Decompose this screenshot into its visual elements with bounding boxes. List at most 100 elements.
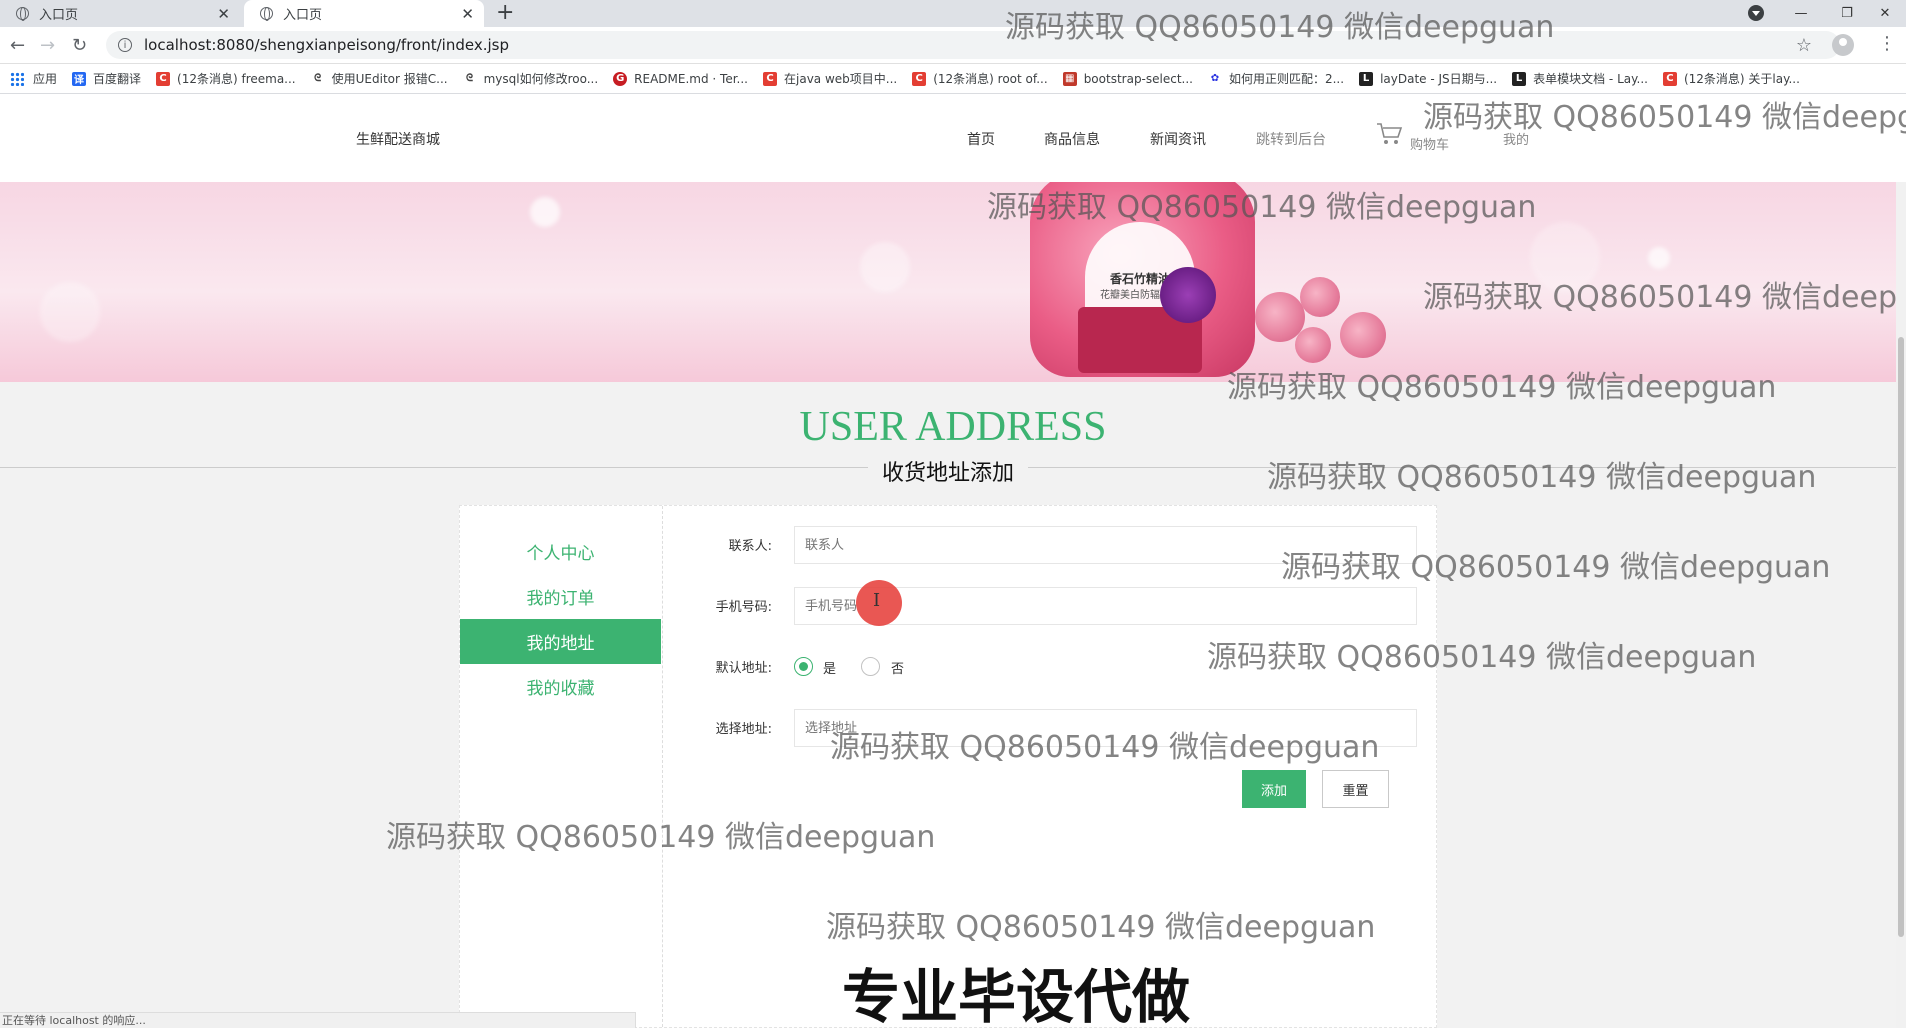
- csdn-icon: C: [912, 71, 927, 86]
- site-logo[interactable]: 生鲜配送商城: [356, 129, 440, 149]
- add-button[interactable]: 添加: [1242, 770, 1306, 808]
- url-text: localhost:8080/shengxianpeisong/front/in…: [144, 36, 509, 54]
- nav-admin[interactable]: 跳转到后台: [1256, 129, 1326, 149]
- bookmark-item[interactable]: ▦ bootstrap-select...: [1062, 71, 1193, 86]
- browser-tab[interactable]: 入口页 ✕: [0, 0, 240, 27]
- link-icon: ᘓ: [314, 73, 322, 84]
- browser-menu-icon[interactable]: ⋮: [1878, 33, 1896, 54]
- browser-tab-bar: 入口页 ✕ 入口页 ✕ + — ❐ ✕: [0, 0, 1906, 27]
- contact-label: 联系人:: [728, 539, 772, 554]
- mouse-cursor-indicator: [856, 580, 902, 626]
- default-no-label[interactable]: 否: [891, 658, 904, 677]
- window-close-icon[interactable]: ✕: [1864, 0, 1906, 27]
- bookmark-apps[interactable]: 应用: [10, 70, 57, 87]
- bookmark-item[interactable]: LlayDate - JS日期与...: [1359, 70, 1497, 87]
- cart-label[interactable]: 购物车: [1410, 134, 1449, 153]
- watermark: 源码获取 QQ86050149 微信deepguan: [386, 820, 936, 855]
- bookmark-item[interactable]: C 在java web项目中...: [763, 70, 897, 87]
- rose-image: [1300, 277, 1340, 317]
- bookmark-item[interactable]: ✿ 如何用正则匹配：2...: [1208, 70, 1344, 87]
- rose-image: [1340, 312, 1386, 358]
- close-tab-icon[interactable]: ✕: [217, 5, 230, 23]
- bookmark-label: 百度翻译: [93, 72, 142, 86]
- browser-status-bar: 正在等待 localhost 的响应...: [0, 1012, 636, 1028]
- carnation-flower-image: [1160, 267, 1216, 323]
- baidu-translate-icon: 译: [72, 71, 87, 86]
- link-icon: ᘓ: [466, 73, 474, 84]
- sidebar-item-profile[interactable]: 个人中心: [460, 529, 661, 574]
- bookmark-label: (12条消息) freema...: [177, 72, 296, 86]
- nav-products[interactable]: 商品信息: [1044, 129, 1100, 149]
- sidebar-item-orders[interactable]: 我的订单: [460, 574, 661, 619]
- bookmark-item[interactable]: C (12条消息) 关于lay...: [1662, 70, 1800, 87]
- apps-grid-icon: [10, 71, 24, 86]
- bookmark-label: bootstrap-select...: [1083, 71, 1193, 86]
- sidebar-item-favorites[interactable]: 我的收藏: [460, 664, 661, 709]
- nav-home[interactable]: 首页: [967, 129, 995, 149]
- default-yes-radio[interactable]: [794, 657, 813, 676]
- back-icon[interactable]: ←: [10, 35, 25, 56]
- watermark: 源码获取 QQ86050149 微信deepguan: [1227, 370, 1777, 405]
- url-field[interactable]: i localhost:8080/shengxianpeisong/front/…: [106, 31, 1840, 59]
- reset-button[interactable]: 重置: [1322, 770, 1389, 808]
- cart-icon[interactable]: [1376, 122, 1404, 146]
- bookmark-item[interactable]: ᘓ mysql如何修改roo...: [463, 70, 598, 87]
- watermark: 源码获取 QQ86050149 微信deepguan: [1005, 10, 1555, 45]
- bookmark-label: 在java web项目中...: [784, 72, 898, 86]
- tab-search-icon[interactable]: [1748, 5, 1764, 21]
- tab-title: 入口页: [39, 8, 79, 23]
- watermark: 源码获取 QQ86050149 微信deepguan: [1281, 550, 1831, 585]
- bookmark-label: 如何用正则匹配：2...: [1228, 72, 1345, 86]
- layui-icon: L: [1512, 71, 1527, 86]
- browser-tab-active[interactable]: 入口页 ✕: [244, 0, 484, 27]
- default-address-label: 默认地址:: [715, 661, 772, 676]
- sidebar-item-address[interactable]: 我的地址: [460, 619, 661, 664]
- reload-icon[interactable]: ↻: [72, 35, 87, 56]
- phone-label: 手机号码:: [715, 600, 772, 615]
- tab-title: 入口页: [283, 8, 323, 23]
- nav-news[interactable]: 新闻资讯: [1150, 129, 1206, 149]
- address-label: 选择地址:: [715, 722, 772, 737]
- watermark: 源码获取 QQ86050149 微信deepguan: [1207, 640, 1757, 675]
- bookmark-label: layDate - JS日期与...: [1380, 72, 1498, 86]
- bookmark-item[interactable]: ᘓ 使用UEditor 报错C...: [311, 70, 448, 87]
- bookmark-star-icon[interactable]: ☆: [1796, 35, 1812, 56]
- profile-avatar-icon[interactable]: [1832, 34, 1854, 56]
- site-info-icon[interactable]: i: [118, 38, 132, 52]
- bookmark-label: 使用UEditor 报错C...: [331, 72, 448, 86]
- watermark: 源码获取 QQ86050149 微信deepguan: [830, 730, 1380, 765]
- watermark: 源码获取 QQ86050149 微信deepguan: [1423, 100, 1906, 135]
- bokeh-light: [860, 242, 910, 292]
- bookmark-item[interactable]: C (12条消息) freema...: [156, 70, 296, 87]
- bookmarks-bar: 应用 译百度翻译 C (12条消息) freema... ᘓ 使用UEditor 报…: [0, 64, 1906, 94]
- csdn-icon: C: [156, 71, 171, 86]
- gitee-icon: G: [613, 71, 628, 86]
- close-tab-icon[interactable]: ✕: [461, 5, 474, 23]
- watermark: 源码获取 QQ86050149 微信deepguan: [987, 190, 1537, 225]
- address-bar: ← → ↻ i localhost:8080/shengxianpeisong/…: [0, 27, 1906, 64]
- bokeh-light: [40, 282, 100, 342]
- promo-text: 专业毕设代做: [842, 963, 1191, 1028]
- bookmark-label: 表单模块文档 - Lay...: [1533, 72, 1648, 86]
- layui-icon: L: [1359, 71, 1374, 86]
- new-tab-icon[interactable]: +: [496, 1, 514, 25]
- baidu-paw-icon: ✿: [1210, 73, 1220, 84]
- rose-image: [1295, 327, 1331, 363]
- watermark: 源码获取 QQ86050149 微信deepguan: [1423, 280, 1906, 315]
- bootstrap-icon: ▦: [1062, 71, 1077, 86]
- page-scrollbar[interactable]: [1896, 182, 1906, 1028]
- forward-icon[interactable]: →: [40, 35, 55, 56]
- default-no-radio[interactable]: [861, 657, 880, 676]
- bookmark-item[interactable]: C (12条消息) root of...: [912, 70, 1048, 87]
- default-yes-label[interactable]: 是: [823, 658, 836, 677]
- globe-icon: [16, 7, 29, 21]
- minimize-icon[interactable]: —: [1778, 0, 1824, 27]
- bookmark-label: (12条消息) root of...: [933, 72, 1048, 86]
- bookmark-item[interactable]: 译百度翻译: [72, 70, 141, 87]
- bookmark-label: README.md · Ter...: [634, 71, 748, 86]
- scrollbar-thumb[interactable]: [1898, 337, 1904, 937]
- bookmark-item[interactable]: L 表单模块文档 - Lay...: [1512, 70, 1648, 87]
- bookmark-item[interactable]: G README.md · Ter...: [613, 71, 748, 86]
- globe-icon: [260, 7, 273, 21]
- page-title-en: USER ADDRESS: [799, 404, 1107, 450]
